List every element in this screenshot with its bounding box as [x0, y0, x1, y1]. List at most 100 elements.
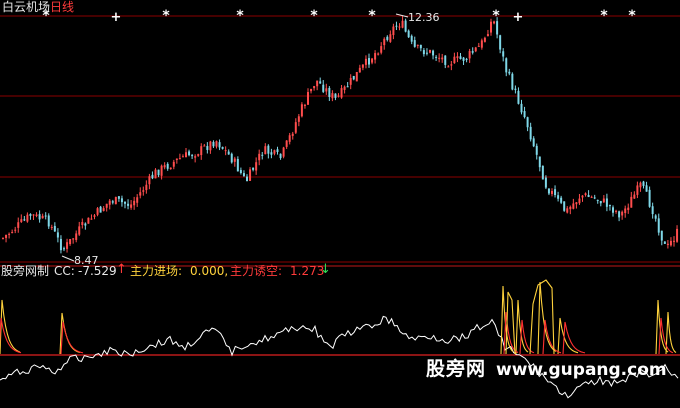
candle-body	[541, 165, 544, 180]
chart-canvas[interactable]: * * * * * * * *+ +	[0, 0, 680, 408]
candle-body	[535, 145, 538, 155]
candle-body	[29, 213, 32, 216]
up-arrow-icon: ↑	[116, 262, 127, 277]
candle-body	[657, 218, 660, 233]
candle-body	[246, 176, 248, 181]
signal-star-icon: *	[600, 8, 608, 24]
candle-body	[642, 181, 645, 186]
candle-body	[502, 51, 505, 57]
candle-body	[319, 81, 322, 84]
candle-body	[14, 229, 17, 231]
candle-body	[663, 241, 666, 244]
candle-body	[474, 47, 477, 52]
candle-body	[429, 49, 431, 53]
candle-body	[136, 197, 139, 203]
candle-body	[249, 169, 252, 181]
candle-body	[392, 26, 395, 36]
candle-body	[303, 104, 306, 106]
watermark: 股旁网 www.gupang.com	[426, 354, 667, 381]
candle-body	[505, 58, 508, 73]
candle-body	[462, 57, 465, 61]
candle-body	[2, 237, 4, 239]
candle-body	[56, 232, 59, 238]
cc-label: CC:	[54, 264, 75, 278]
candle-body	[651, 206, 654, 215]
period-label[interactable]: 日线	[50, 0, 74, 14]
candle-body	[450, 64, 453, 66]
candle-body	[139, 192, 142, 196]
candle-body	[105, 203, 108, 208]
candle-body	[130, 204, 133, 208]
candle-body	[291, 133, 294, 136]
candle-body	[310, 88, 313, 92]
candle-body	[465, 58, 468, 60]
candle-body	[160, 165, 163, 176]
candle-body	[178, 158, 181, 160]
candle-body	[410, 35, 413, 42]
candle-body	[148, 176, 151, 185]
candle-body	[572, 203, 575, 209]
candle-body	[654, 215, 657, 219]
trap-spike-line	[562, 321, 586, 355]
candle-body	[191, 155, 194, 157]
candle-body	[593, 197, 596, 199]
candle-body	[8, 233, 11, 235]
candle-body	[185, 152, 187, 158]
candle-body	[346, 86, 349, 88]
candle-body	[72, 238, 75, 240]
candle-body	[377, 53, 380, 55]
candle-body	[114, 196, 117, 205]
candle-body	[608, 205, 611, 207]
signal-plus-icon: +	[513, 10, 524, 25]
candle-body	[224, 150, 227, 152]
candle-body	[258, 153, 261, 161]
candle-body	[236, 159, 239, 172]
candle-body	[81, 222, 84, 226]
candle-body	[569, 206, 572, 210]
indicator-name[interactable]: 股旁网制	[1, 264, 49, 278]
candle-body	[587, 194, 590, 198]
candle-body	[459, 56, 462, 60]
candle-body	[425, 52, 428, 54]
candle-body	[47, 215, 50, 227]
candle-body	[117, 196, 120, 199]
candle-body	[84, 223, 87, 226]
candle-body	[596, 199, 599, 201]
candle-body	[23, 219, 26, 221]
cc-value: -7.529	[78, 264, 117, 278]
candle-body	[422, 50, 425, 55]
candle-body	[358, 67, 361, 73]
candle-body	[32, 214, 35, 216]
watermark-url: www.gupang.com	[496, 360, 667, 380]
signal-star-icon: *	[492, 8, 500, 24]
candle-body	[660, 230, 663, 241]
stock-name: 白云机场	[2, 0, 51, 14]
candle-body	[508, 71, 511, 74]
candle-body	[276, 149, 279, 153]
candle-body	[53, 225, 56, 232]
candle-body	[419, 44, 422, 49]
candle-body	[557, 195, 560, 199]
candle-body	[529, 126, 532, 140]
signal-star-icon: *	[236, 8, 244, 24]
candle-body	[630, 196, 633, 208]
candle-body	[590, 196, 593, 198]
candle-body	[532, 138, 535, 147]
candle-body	[282, 147, 285, 157]
candle-body	[264, 146, 267, 155]
candle-body	[325, 88, 328, 92]
candle-body	[639, 182, 642, 188]
watermark-name: 股旁网	[426, 358, 487, 380]
candle-body	[38, 214, 41, 220]
candle-body	[200, 146, 203, 156]
signal-star-icon: *	[628, 8, 636, 24]
candle-body	[221, 146, 224, 149]
signal-star-icon: *	[162, 8, 170, 24]
inflow-label: 主力进场:	[130, 264, 183, 278]
candle-body	[322, 84, 325, 92]
candle-body	[514, 88, 517, 90]
candle-body	[157, 169, 160, 176]
candle-body	[294, 122, 297, 133]
high-price-label: 12.36	[408, 11, 440, 24]
candle-body	[648, 189, 651, 207]
